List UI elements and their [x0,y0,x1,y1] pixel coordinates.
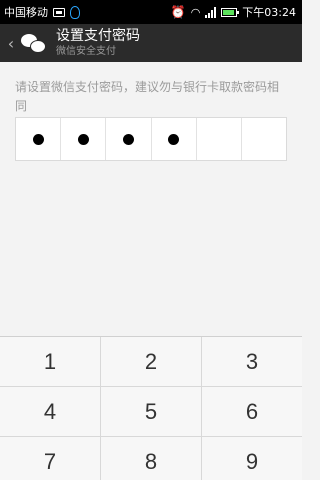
pin-dot [122,133,134,145]
page-subtitle: 微信安全支付 [56,46,116,58]
pin-cell [197,118,242,160]
key-2[interactable]: 2 [101,337,202,386]
pin-input[interactable] [15,117,287,161]
image-icon [53,7,65,17]
pin-cell [242,118,286,160]
keypad-row: 789 [0,437,302,480]
keypad-row: 123 [0,337,302,387]
pin-cell [16,118,62,160]
wechat-icon[interactable] [20,32,46,54]
carrier-label: 中国移动 [4,6,48,19]
key-9[interactable]: 9 [202,437,302,480]
signal-icon [205,6,217,18]
wifi-icon: ◠ [190,5,201,19]
pin-cell [106,118,152,160]
pin-dot [168,133,180,145]
keypad-row: 456 [0,387,302,437]
key-3[interactable]: 3 [202,337,302,386]
key-7[interactable]: 7 [0,437,101,480]
numeric-keypad: 123456789 [0,336,302,480]
battery-icon [221,7,240,17]
key-6[interactable]: 6 [202,387,302,436]
key-5[interactable]: 5 [101,387,202,436]
status-bar-right: ⏰ ◠ 下午03:24 [171,4,296,20]
pin-cell [61,118,107,160]
key-8[interactable]: 8 [101,437,202,480]
key-1[interactable]: 1 [0,337,101,386]
pin-cell [152,118,197,160]
page-title: 设置支付密码 [56,27,140,44]
pin-dot [77,133,89,145]
status-bar: 中国移动 ⏰ ◠ 下午03:24 [0,0,302,24]
title-bar: ‹ 设置支付密码 微信安全支付 [0,24,302,62]
status-bar-left: 中国移动 [4,4,80,20]
chevron-left-icon[interactable]: ‹ [4,34,18,53]
password-hint: 请设置微信支付密码，建议勿与银行卡取款密码相同 [15,80,280,113]
alarm-icon: ⏰ [170,5,186,19]
clock-label: 下午03:24 [242,6,296,19]
key-4[interactable]: 4 [0,387,101,436]
title-block: 设置支付密码 微信安全支付 [56,27,140,58]
pin-dot [32,133,44,145]
qq-icon [70,5,80,19]
